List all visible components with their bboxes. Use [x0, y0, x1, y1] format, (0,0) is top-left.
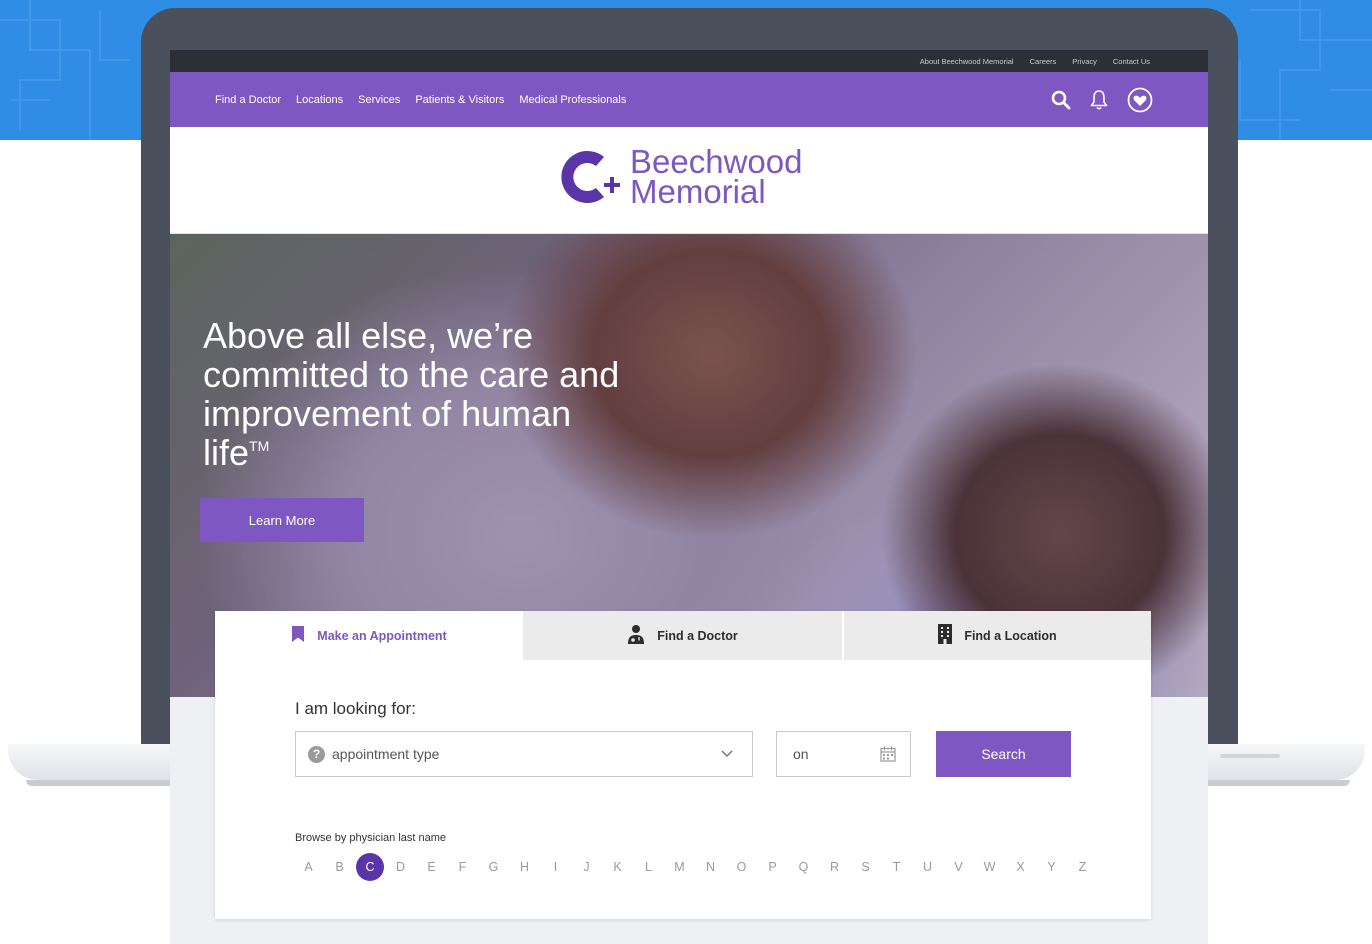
- letter-w[interactable]: W: [974, 853, 1005, 881]
- letter-l[interactable]: L: [633, 853, 664, 881]
- nav-patients-visitors[interactable]: Patients & Visitors: [415, 94, 504, 106]
- browser-screen: About Beechwood Memorial Careers Privacy…: [170, 50, 1208, 944]
- letter-h[interactable]: H: [509, 853, 540, 881]
- letter-c[interactable]: C: [356, 853, 384, 881]
- letter-e[interactable]: E: [416, 853, 447, 881]
- heart-circle-icon[interactable]: [1127, 87, 1153, 113]
- main-nav: Find a Doctor Locations Services Patient…: [170, 72, 1208, 127]
- nav-services[interactable]: Services: [358, 94, 400, 106]
- learn-more-button[interactable]: Learn More: [200, 498, 364, 542]
- nav-locations[interactable]: Locations: [296, 94, 343, 106]
- letter-t[interactable]: T: [881, 853, 912, 881]
- tab-find-location[interactable]: Find a Location: [844, 611, 1151, 660]
- hero-title: Above all else, we’re committed to the c…: [203, 316, 623, 472]
- chevron-down-icon: [720, 746, 734, 763]
- laptop-base-right: [1200, 744, 1365, 786]
- utility-link-careers[interactable]: Careers: [1030, 57, 1057, 66]
- nav-icons: [1051, 87, 1153, 113]
- logo-icon[interactable]: [560, 147, 624, 212]
- calendar-icon[interactable]: [880, 746, 896, 765]
- date-placeholder: on: [793, 746, 809, 762]
- letter-r[interactable]: R: [819, 853, 850, 881]
- panel-tabs: Make an Appointment Find a Doctor Find a…: [215, 611, 1151, 660]
- nav-medical-professionals[interactable]: Medical Professionals: [519, 94, 626, 106]
- laptop-base-left: [8, 744, 178, 786]
- letter-b[interactable]: B: [324, 853, 355, 881]
- utility-link-privacy[interactable]: Privacy: [1072, 57, 1097, 66]
- letter-a[interactable]: A: [293, 853, 324, 881]
- letter-p[interactable]: P: [757, 853, 788, 881]
- letter-d[interactable]: D: [385, 853, 416, 881]
- appointment-panel: Make an Appointment Find a Doctor Find a…: [215, 611, 1151, 919]
- search-icon[interactable]: [1051, 90, 1071, 110]
- letter-g[interactable]: G: [478, 853, 509, 881]
- letter-u[interactable]: U: [912, 853, 943, 881]
- utility-link-contact[interactable]: Contact Us: [1113, 57, 1150, 66]
- letter-z[interactable]: Z: [1067, 853, 1098, 881]
- utility-link-about[interactable]: About Beechwood Memorial: [920, 57, 1014, 66]
- letter-y[interactable]: Y: [1036, 853, 1067, 881]
- tab-label: Find a Location: [964, 628, 1057, 643]
- letter-s[interactable]: S: [850, 853, 881, 881]
- trademark-mark: TM: [249, 438, 270, 454]
- doctor-icon: [627, 624, 645, 647]
- logo-wordmark[interactable]: Beechwood Memorial: [630, 145, 802, 210]
- letter-q[interactable]: Q: [788, 853, 819, 881]
- letter-v[interactable]: V: [943, 853, 974, 881]
- utility-bar: About Beechwood Memorial Careers Privacy…: [170, 50, 1208, 72]
- tab-find-doctor[interactable]: Find a Doctor: [523, 611, 844, 660]
- browse-label: Browse by physician last name: [295, 832, 447, 844]
- looking-for-label: I am looking for:: [295, 699, 416, 718]
- letter-f[interactable]: F: [447, 853, 478, 881]
- letter-m[interactable]: M: [664, 853, 695, 881]
- building-icon: [938, 624, 953, 647]
- logo-line-2: Memorial: [630, 173, 766, 210]
- letter-j[interactable]: J: [571, 853, 602, 881]
- tab-label: Find a Doctor: [657, 628, 738, 643]
- letter-i[interactable]: I: [540, 853, 571, 881]
- bell-icon[interactable]: [1089, 89, 1109, 111]
- date-input[interactable]: on: [776, 731, 911, 777]
- tab-label: Make an Appointment: [317, 628, 447, 643]
- search-button[interactable]: Search: [936, 731, 1071, 777]
- appointment-type-placeholder: appointment type: [332, 746, 440, 762]
- logo-band: Beechwood Memorial: [170, 127, 1208, 234]
- bookmark-icon: [291, 626, 305, 645]
- letter-k[interactable]: K: [602, 853, 633, 881]
- letter-n[interactable]: N: [695, 853, 726, 881]
- letter-o[interactable]: O: [726, 853, 757, 881]
- letter-x[interactable]: X: [1005, 853, 1036, 881]
- tab-make-appointment[interactable]: Make an Appointment: [215, 611, 523, 660]
- help-icon: ?: [308, 745, 325, 763]
- alphabet-filter: ABCDEFGHIJKLMNOPQRSTUVWXYZ: [293, 853, 1098, 881]
- appointment-type-select[interactable]: ? appointment type: [295, 731, 753, 777]
- nav-find-a-doctor[interactable]: Find a Doctor: [215, 94, 281, 106]
